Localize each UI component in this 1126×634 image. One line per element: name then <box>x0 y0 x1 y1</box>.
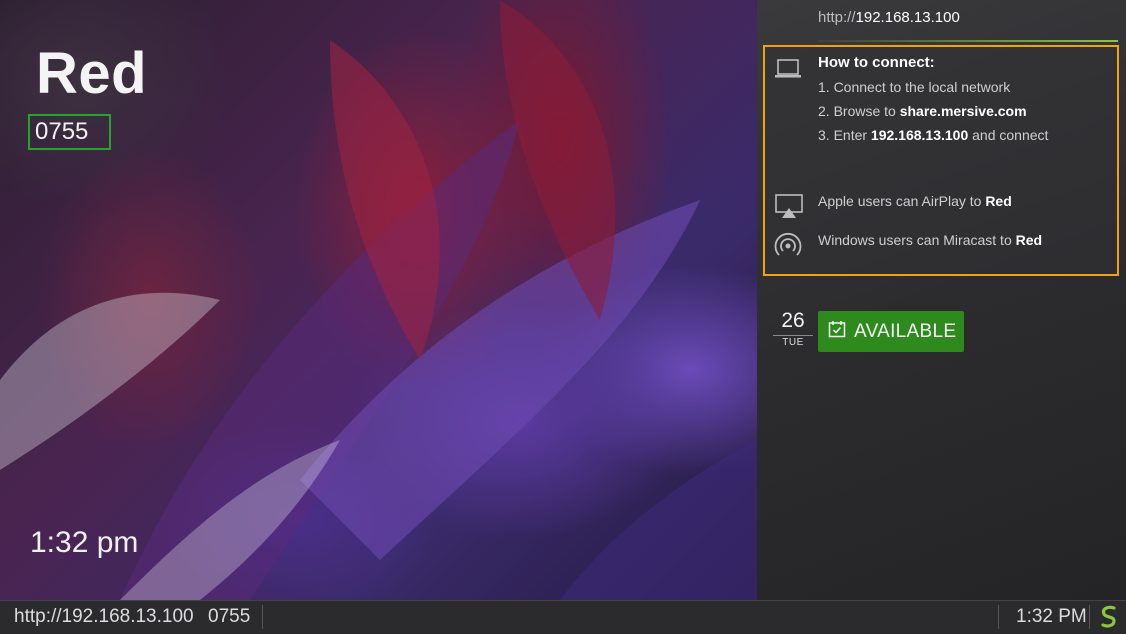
date-weekday: TUE <box>782 337 804 348</box>
step-3: 3. Enter 192.168.13.100 and connect <box>818 127 1048 143</box>
date-block: 26 TUE <box>773 309 813 348</box>
airplay-prefix: Apple users can AirPlay to <box>818 193 986 209</box>
miracast-instruction: Windows users can Miracast to Red <box>818 232 1042 248</box>
room-code: 0755 <box>35 118 89 145</box>
airplay-icon <box>775 194 803 225</box>
laptop-icon <box>774 58 802 85</box>
miracast-prefix: Windows users can Miracast to <box>818 232 1016 248</box>
availability-status-label: AVAILABLE <box>854 320 957 342</box>
date-divider <box>773 335 813 336</box>
bottom-divider <box>1089 605 1090 629</box>
step-2: 2. Browse to share.mersive.com <box>818 103 1027 119</box>
step-3-ip: 192.168.13.100 <box>870 127 969 143</box>
bottom-status-bar: http://192.168.13.100 0755 1:32 PM <box>0 600 1126 632</box>
step-3-suffix: and connect <box>968 127 1049 143</box>
connection-url: http://192.168.13.100 <box>818 9 960 26</box>
step-3-prefix: 3. Enter <box>818 127 871 143</box>
date-number: 26 <box>781 309 805 332</box>
bottom-divider <box>262 605 263 629</box>
bottom-clock: 1:32 PM <box>1016 606 1087 627</box>
miracast-room: Red <box>1015 232 1043 248</box>
airplay-instruction: Apple users can AirPlay to Red <box>818 193 1012 209</box>
url-underline <box>818 40 1118 42</box>
clock-overlay: 1:32 pm <box>30 526 139 559</box>
step-2-prefix: 2. Browse to <box>818 103 900 119</box>
step-2-host: share.mersive.com <box>899 103 1027 119</box>
connection-url-prefix: http:// <box>818 9 856 26</box>
how-to-connect-title: How to connect: <box>818 54 935 71</box>
connection-url-host: 192.168.13.100 <box>855 9 960 26</box>
calendar-check-icon <box>828 320 846 343</box>
bottom-url: http://192.168.13.100 <box>14 606 194 627</box>
step-1: 1. Connect to the local network <box>818 79 1011 95</box>
bottom-room-code: 0755 <box>208 606 251 627</box>
miracast-icon <box>774 232 802 265</box>
airplay-room: Red <box>985 193 1012 209</box>
availability-status-badge: AVAILABLE <box>818 311 964 352</box>
mersive-logo-icon <box>1099 605 1119 634</box>
bottom-divider <box>998 605 999 629</box>
room-name: Red <box>36 41 148 106</box>
